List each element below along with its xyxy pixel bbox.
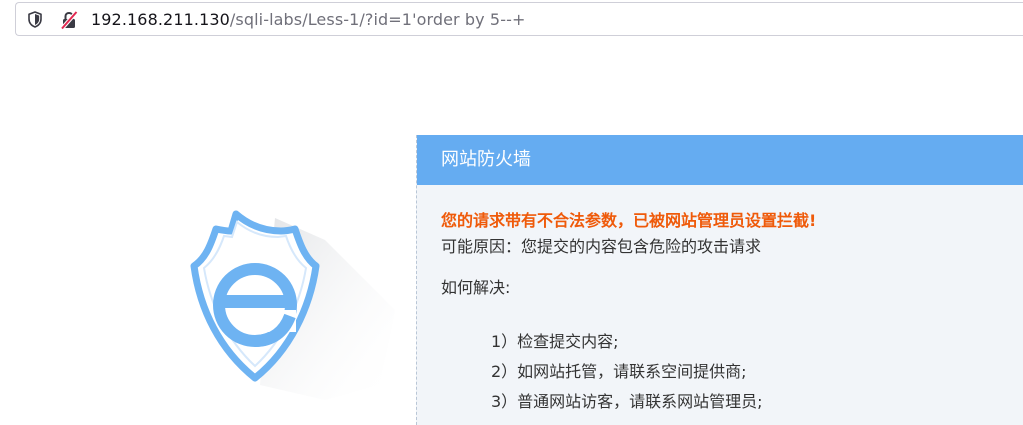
address-bar[interactable]: 192.168.211.130/sqli-labs/Less-1/?id=1'o… (15, 2, 1023, 36)
solution-step: 3）普通网站访客，请联系网站管理员; (491, 392, 763, 411)
solution-steps: 1）检查提交内容; 2）如网站托管，请联系空间提供商; 3）普通网站访客，请联系… (491, 327, 763, 417)
panel-body: 您的请求带有不合法参数，已被网站管理员设置拦截! 可能原因：您提交的内容包含危险… (441, 207, 1021, 411)
solution-heading: 如何解决: (441, 278, 511, 297)
url-text[interactable]: 192.168.211.130/sqli-labs/Less-1/?id=1'o… (91, 10, 525, 30)
solution-step: 2）如网站托管，请联系空间提供商; (491, 362, 747, 381)
insecure-lock-icon[interactable] (58, 9, 80, 31)
solution-step: 1）检查提交内容; (491, 332, 619, 351)
panel-title: 网站防火墙 (417, 135, 1023, 185)
block-warning: 您的请求带有不合法参数，已被网站管理员设置拦截! (441, 211, 817, 230)
block-reason: 可能原因：您提交的内容包含危险的攻击请求 (441, 237, 762, 256)
browser-toolbar: 192.168.211.130/sqli-labs/Less-1/?id=1'o… (0, 0, 1023, 44)
shield-icon[interactable] (25, 9, 45, 29)
firewall-panel: 网站防火墙 您的请求带有不合法参数，已被网站管理员设置拦截! 可能原因：您提交的… (416, 135, 1023, 425)
url-path: /sqli-labs/Less-1/?id=1'order by 5--+ (229, 10, 526, 29)
url-host: 192.168.211.130 (91, 10, 230, 29)
shield-e-logo-icon (150, 200, 410, 400)
